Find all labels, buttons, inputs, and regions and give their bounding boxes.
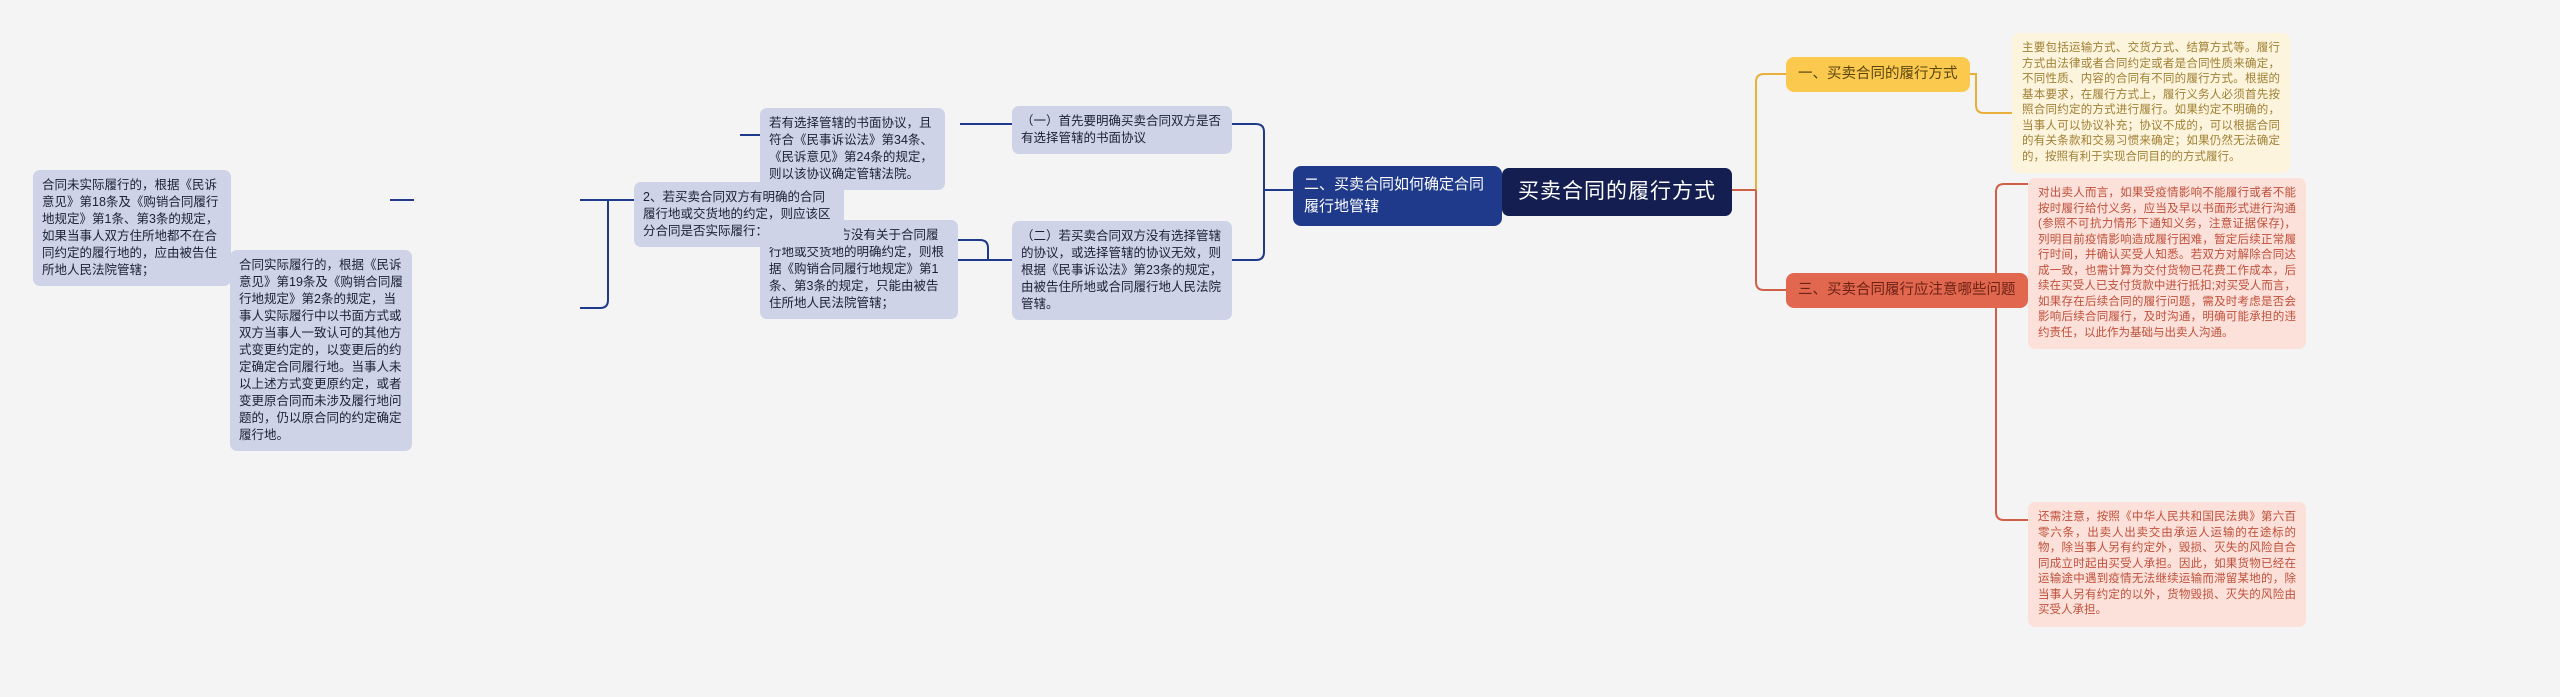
branch-node-3[interactable]: 三、买卖合同履行应注意哪些问题 <box>1786 273 2028 308</box>
leaf-node-2-2[interactable]: （二）若买卖合同双方没有选择管辖的协议，或选择管辖的协议无效，则根据《民事诉讼法… <box>1012 221 1232 320</box>
root-label: 买卖合同的履行方式 <box>1518 180 1716 203</box>
branch-1-label: 一、买卖合同的履行方式 <box>1798 66 1958 82</box>
branch-2-label: 二、买卖合同如何确定合同履行地管辖 <box>1304 176 1485 215</box>
leaf-2-2-2-1-text: 合同未实际履行的，根据《民诉意见》第18条及《购销合同履行地规定》第1条、第3条… <box>42 178 219 277</box>
branch-3-label: 三、买卖合同履行应注意哪些问题 <box>1798 282 2016 298</box>
leaf-node-3-1[interactable]: 对出卖人而言，如果受疫情影响不能履行或者不能按时履行给付义务，应当及早以书面形式… <box>2028 178 2306 349</box>
leaf-node-3-2[interactable]: 还需注意，按照《中华人民共和国民法典》第六百零六条，出卖人出卖交由承运人运输的在… <box>2028 502 2306 627</box>
leaf-node-2-1[interactable]: （一）首先要明确买卖合同双方是否有选择管辖的书面协议 <box>1012 106 1232 154</box>
leaf-3-1-text: 对出卖人而言，如果受疫情影响不能履行或者不能按时履行给付义务，应当及早以书面形式… <box>2038 187 2296 339</box>
leaf-node-2-2-2[interactable]: 2、若买卖合同双方有明确的合同履行地或交货地的约定，则应该区分合同是否实际履行： <box>634 182 844 247</box>
branch-node-2[interactable]: 二、买卖合同如何确定合同履行地管辖 <box>1293 166 1502 226</box>
leaf-2-2-2-text: 2、若买卖合同双方有明确的合同履行地或交货地的约定，则应该区分合同是否实际履行： <box>643 190 831 238</box>
branch-node-1[interactable]: 一、买卖合同的履行方式 <box>1786 57 1970 92</box>
leaf-node-1-1[interactable]: 主要包括运输方式、交货方式、结算方式等。履行方式由法律或者合同约定或者是合同性质… <box>2012 33 2290 173</box>
leaf-2-1-1-text: 若有选择管辖的书面协议，且符合《民事诉讼法》第34条、《民诉意见》第24条的规定… <box>769 116 933 181</box>
leaf-2-2-2-2-text: 合同实际履行的，根据《民诉意见》第19条及《购销合同履行地规定》第2条的规定，当… <box>239 258 403 442</box>
mindmap-canvas: 买卖合同的履行方式 一、买卖合同的履行方式 主要包括运输方式、交货方式、结算方式… <box>0 0 2560 697</box>
leaf-1-1-text: 主要包括运输方式、交货方式、结算方式等。履行方式由法律或者合同约定或者是合同性质… <box>2022 42 2280 163</box>
root-node[interactable]: 买卖合同的履行方式 <box>1502 168 1732 216</box>
leaf-node-2-1-1[interactable]: 若有选择管辖的书面协议，且符合《民事诉讼法》第34条、《民诉意见》第24条的规定… <box>760 108 945 190</box>
leaf-3-2-text: 还需注意，按照《中华人民共和国民法典》第六百零六条，出卖人出卖交由承运人运输的在… <box>2038 511 2296 616</box>
leaf-2-2-text: （二）若买卖合同双方没有选择管辖的协议，或选择管辖的协议无效，则根据《民事诉讼法… <box>1021 229 1223 311</box>
leaf-node-2-2-2-1[interactable]: 合同未实际履行的，根据《民诉意见》第18条及《购销合同履行地规定》第1条、第3条… <box>33 170 231 286</box>
leaf-node-2-2-2-2[interactable]: 合同实际履行的，根据《民诉意见》第19条及《购销合同履行地规定》第2条的规定，当… <box>230 250 412 451</box>
leaf-2-1-text: （一）首先要明确买卖合同双方是否有选择管辖的书面协议 <box>1021 114 1222 145</box>
